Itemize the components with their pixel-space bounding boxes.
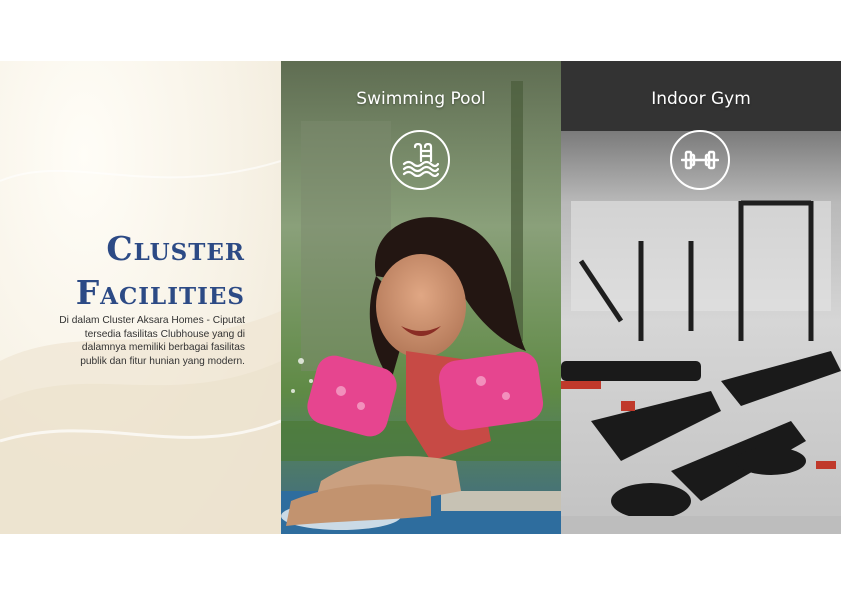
swimming-pool-label: Swimming Pool — [356, 89, 486, 109]
description-line: dalamnya memiliki berbagai fasilitas — [81, 342, 245, 353]
title-line-2: Facilities — [75, 273, 245, 312]
description: Di dalam Cluster Aksara Homes - Ciputat … — [15, 314, 245, 368]
description-line: tersedia fasilitas Clubhouse yang di — [84, 328, 245, 340]
swimming-pool-panel: Swimming Pool — [281, 61, 561, 534]
swimming-pool-icon — [390, 130, 450, 190]
description-line: Di dalam Cluster Aksara Homes - Ciputat — [59, 315, 245, 326]
facilities-slide: Cluster Facilities Di dalam Cluster Aksa… — [0, 61, 841, 534]
description-line: publik dan fitur hunian yang modern. — [80, 355, 245, 367]
indoor-gym-panel: Indoor Gym — [561, 61, 841, 534]
indoor-gym-label: Indoor Gym — [651, 89, 751, 109]
dumbbell-icon — [670, 130, 730, 190]
page-title: Cluster Facilities — [76, 227, 245, 315]
intro-panel: Cluster Facilities Di dalam Cluster Aksa… — [0, 61, 281, 534]
title-line-1: Cluster — [106, 229, 245, 268]
